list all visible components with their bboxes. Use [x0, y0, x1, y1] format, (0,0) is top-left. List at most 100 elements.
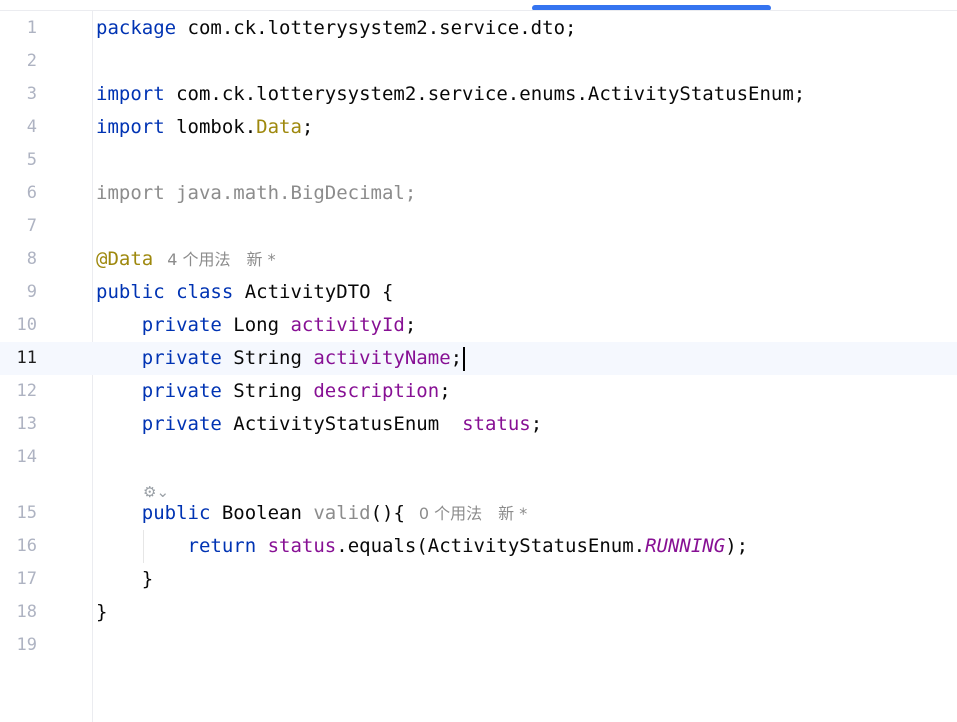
- code-line[interactable]: 11 private String activityName;: [0, 342, 957, 375]
- code-token: ActivityDTO {: [233, 281, 394, 303]
- code-vision-hint[interactable]: 4 个用法: [167, 250, 230, 269]
- line-number[interactable]: 3: [0, 78, 37, 111]
- code-line[interactable]: 7: [0, 210, 957, 243]
- code-token: com.ck.lotterysystem2.service.dto;: [176, 17, 577, 39]
- line-number[interactable]: 13: [0, 408, 37, 441]
- code-token: ActivityStatusEnum: [221, 413, 463, 435]
- code-text[interactable]: private String activityName;: [96, 342, 466, 375]
- line-number[interactable]: 15: [0, 497, 37, 530]
- code-text[interactable]: return status.equals(ActivityStatusEnum.…: [96, 530, 749, 563]
- code-token: String: [221, 380, 314, 402]
- code-token: lombok.: [164, 116, 257, 138]
- code-text[interactable]: @Data 4 个用法新 *: [96, 243, 276, 276]
- code-token: ;: [404, 314, 417, 336]
- code-token: );: [725, 535, 749, 557]
- code-line[interactable]: 9 public class ActivityDTO {: [0, 276, 957, 309]
- code-token: String: [221, 347, 314, 369]
- line-number[interactable]: 1: [0, 12, 37, 45]
- code-text[interactable]: private String description;: [96, 375, 451, 408]
- line-number[interactable]: 19: [0, 629, 37, 662]
- code-token: ;: [530, 413, 543, 435]
- code-line[interactable]: 19: [0, 629, 957, 662]
- code-token: private: [141, 380, 222, 402]
- line-number[interactable]: 10: [0, 309, 37, 342]
- code-text[interactable]: private ActivityStatusEnum status;: [96, 408, 542, 441]
- code-token: .equals(ActivityStatusEnum.: [336, 535, 646, 557]
- code-line[interactable]: 8 @Data 4 个用法新 *: [0, 243, 957, 276]
- code-text[interactable]: package com.ck.lotterysystem2.service.dt…: [96, 12, 576, 45]
- code-token: valid: [313, 502, 371, 524]
- code-text[interactable]: public class ActivityDTO {: [96, 276, 393, 309]
- code-line[interactable]: 5: [0, 144, 957, 177]
- editor-top-border: [0, 10, 957, 11]
- line-number[interactable]: 16: [0, 530, 37, 563]
- code-token: RUNNING: [645, 535, 726, 557]
- line-number[interactable]: 12: [0, 375, 37, 408]
- code-token: import: [96, 83, 165, 105]
- code-text[interactable]: import com.ck.lotterysystem2.service.enu…: [96, 78, 805, 111]
- code-token: status: [462, 413, 531, 435]
- code-vision-hint[interactable]: 0 个用法: [419, 504, 482, 523]
- code-token: public class: [96, 281, 234, 303]
- code-line[interactable]: 2: [0, 45, 957, 78]
- code-vision-hint[interactable]: 新 *: [246, 250, 275, 269]
- code-text[interactable]: import java.math.BigDecimal;: [96, 177, 416, 210]
- code-line[interactable]: 18}: [0, 596, 957, 629]
- code-token: Long: [221, 314, 291, 336]
- code-text[interactable]: private Long activityId;: [96, 309, 417, 342]
- line-number[interactable]: 4: [0, 111, 37, 144]
- code-token: ;: [301, 116, 314, 138]
- code-line[interactable]: 10 private Long activityId;: [0, 309, 957, 342]
- code-vision-hint[interactable]: 新 *: [498, 504, 527, 523]
- code-line[interactable]: 12 private String description;: [0, 375, 957, 408]
- line-number[interactable]: 11: [0, 342, 37, 375]
- code-token: activityName: [313, 347, 451, 369]
- line-number[interactable]: 7: [0, 210, 37, 243]
- code-text[interactable]: }: [96, 563, 153, 596]
- line-number[interactable]: 8: [0, 243, 37, 276]
- code-token: import java.math.BigDecimal;: [96, 182, 417, 204]
- code-text[interactable]: public Boolean valid(){0 个用法新 *: [96, 497, 528, 530]
- code-token: private: [141, 347, 222, 369]
- code-token: com.ck.lotterysystem2.service.enums.Acti…: [164, 83, 806, 105]
- code-token: Data: [256, 116, 302, 138]
- code-token: private: [141, 413, 222, 435]
- line-number[interactable]: 5: [0, 144, 37, 177]
- code-line[interactable]: 6 import java.math.BigDecimal;: [0, 177, 957, 210]
- code-token: return: [187, 535, 257, 557]
- code-line[interactable]: 14: [0, 441, 957, 474]
- code-token: Boolean: [210, 502, 314, 524]
- line-number[interactable]: 2: [0, 45, 37, 78]
- code-token: ;: [450, 347, 463, 369]
- code-token: public: [141, 502, 211, 524]
- code-token: description: [313, 380, 440, 402]
- code-token: ;: [439, 380, 451, 402]
- code-token: import: [96, 116, 165, 138]
- code-token: }: [96, 568, 154, 590]
- code-line[interactable]: 3 import com.ck.lotterysystem2.service.en…: [0, 78, 957, 111]
- code-line[interactable]: 15 ⚙⌄ public Boolean valid(){0 个用法新 *: [0, 474, 957, 530]
- text-caret: [463, 346, 466, 371]
- code-text[interactable]: import lombok.Data;: [96, 111, 313, 144]
- line-number[interactable]: 9: [0, 276, 37, 309]
- line-number[interactable]: 18: [0, 596, 37, 629]
- code-token: status: [267, 535, 337, 557]
- code-editor[interactable]: 1 package com.ck.lotterysystem2.service.d…: [0, 12, 957, 662]
- code-line[interactable]: 16 return status.equals(ActivityStatusEn…: [0, 530, 957, 563]
- code-line[interactable]: 4 import lombok.Data;: [0, 111, 957, 144]
- code-text[interactable]: }: [96, 596, 107, 629]
- line-number[interactable]: 17: [0, 563, 37, 596]
- line-number[interactable]: 14: [0, 441, 37, 474]
- code-line[interactable]: 1 package com.ck.lotterysystem2.service.d…: [0, 12, 957, 45]
- code-line[interactable]: 17 }: [0, 563, 957, 596]
- code-token: private: [141, 314, 222, 336]
- code-line[interactable]: 13 private ActivityStatusEnum status;: [0, 408, 957, 441]
- line-number[interactable]: 6: [0, 177, 37, 210]
